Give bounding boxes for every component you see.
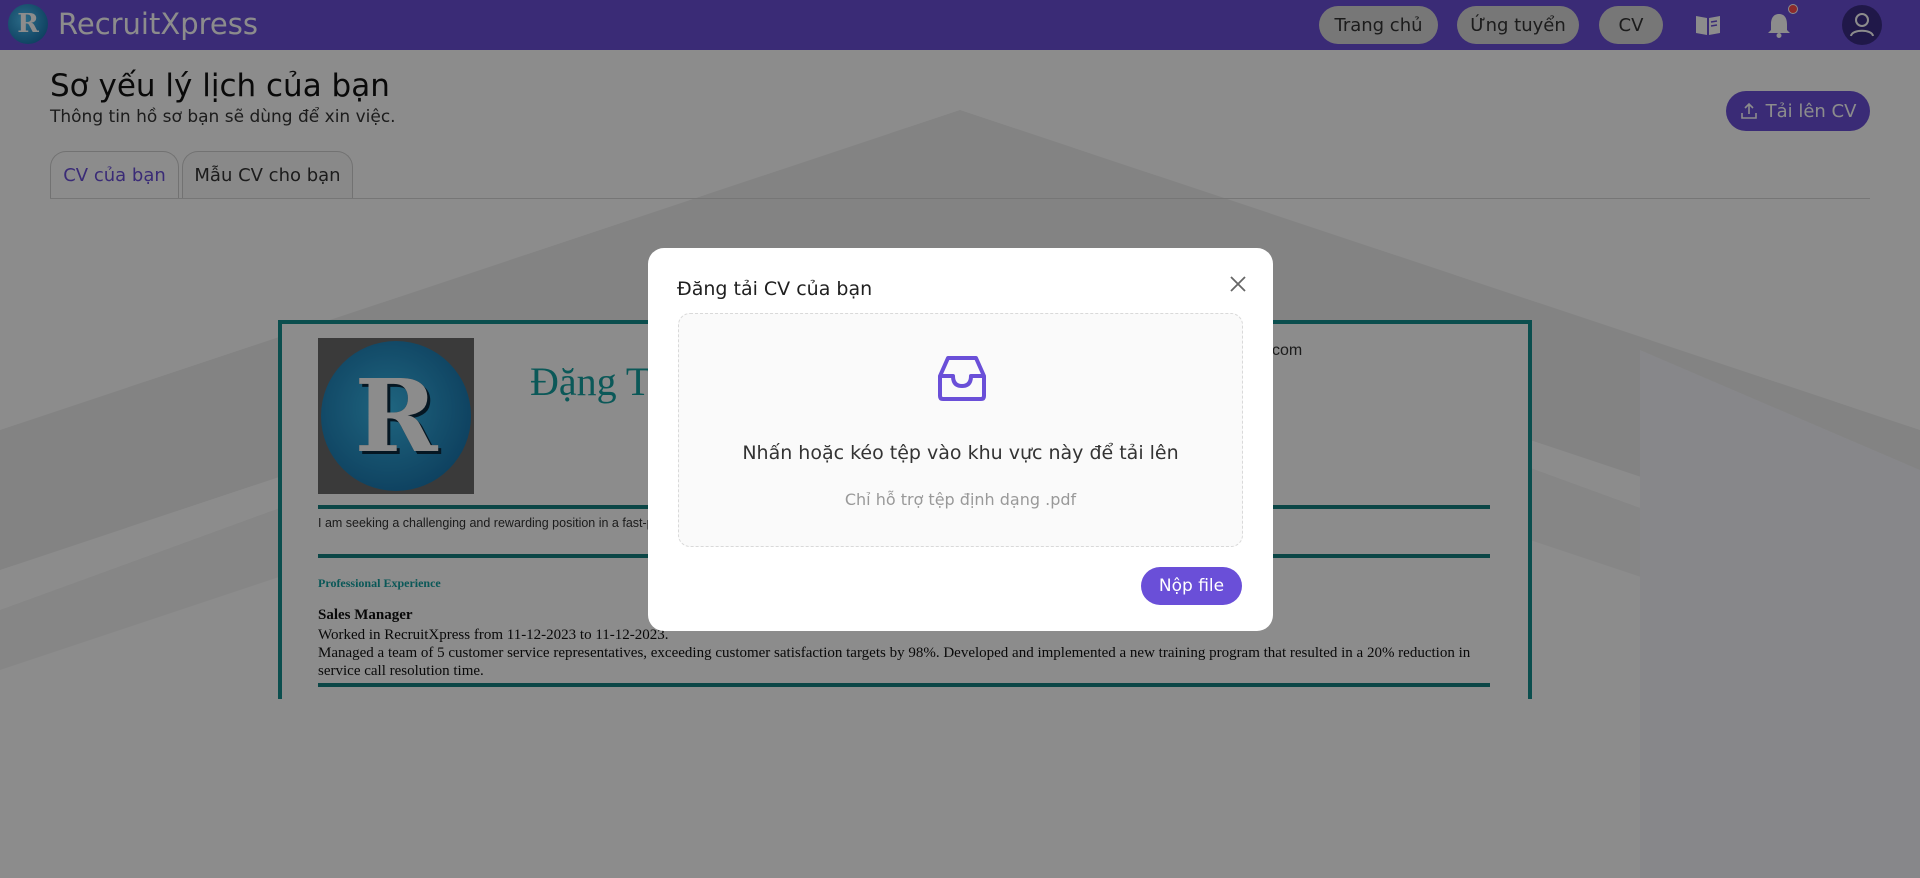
dropzone-text: Nhấn hoặc kéo tệp vào khu vực này để tải… xyxy=(742,442,1179,464)
file-dropzone[interactable]: Nhấn hoặc kéo tệp vào khu vực này để tải… xyxy=(678,313,1243,547)
close-icon[interactable] xyxy=(1226,272,1250,296)
inbox-icon xyxy=(938,356,986,401)
dropzone-hint: Chỉ hỗ trợ tệp định dạng .pdf xyxy=(844,490,1077,509)
upload-cv-modal: Đăng tải CV của bạn Nhấn hoặc kéo tệp và… xyxy=(648,248,1273,631)
submit-file-button[interactable]: Nộp file xyxy=(1141,567,1242,605)
modal-title: Đăng tải CV của bạn xyxy=(677,278,873,300)
